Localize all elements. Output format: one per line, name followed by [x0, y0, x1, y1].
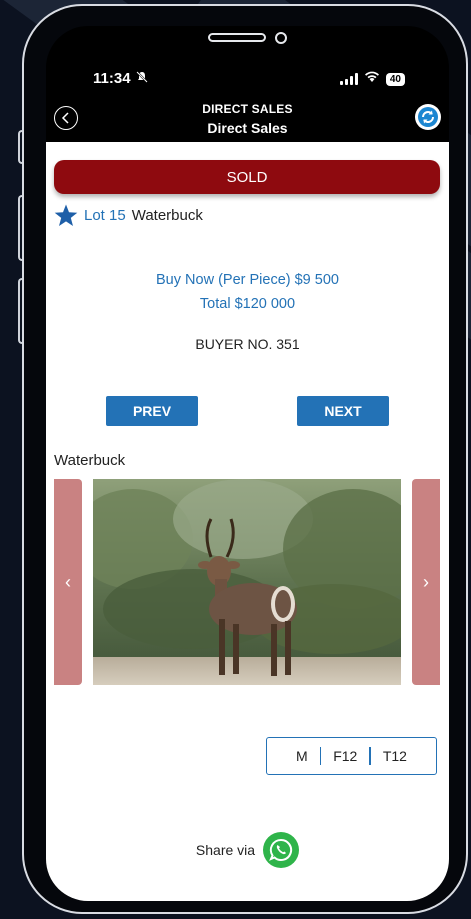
size-f12[interactable]: F12: [333, 748, 357, 764]
status-bar: 11:34 40: [46, 70, 449, 94]
lot-heading: Lot 15 Waterbuck: [54, 204, 203, 227]
carousel-prev-button[interactable]: ‹: [54, 479, 82, 685]
carousel-next-button[interactable]: ›: [412, 479, 440, 685]
status-badge: SOLD: [54, 160, 440, 194]
gallery-title: Waterbuck: [54, 452, 126, 469]
status-indicators: 40: [339, 70, 405, 88]
prev-button[interactable]: PREV: [106, 396, 198, 426]
next-button[interactable]: NEXT: [297, 396, 389, 426]
divider: [369, 747, 371, 765]
lot-name: Waterbuck: [131, 207, 203, 224]
refresh-icon: [418, 107, 438, 127]
size-t12[interactable]: T12: [383, 748, 407, 764]
battery-icon: 40: [385, 72, 405, 86]
wifi-icon: [364, 70, 380, 88]
divider: [319, 747, 322, 765]
front-camera: [275, 32, 287, 44]
size-m[interactable]: M: [296, 748, 308, 764]
status-time: 11:34: [93, 70, 131, 87]
lot-number: Lot 15: [84, 207, 126, 224]
total-price: Total $120 000: [199, 296, 296, 312]
buyer-number: BUYER NO. 351: [195, 336, 300, 352]
whatsapp-icon: [269, 838, 293, 861]
speaker-grille: [208, 33, 266, 42]
share-label: Share via: [195, 842, 256, 858]
animal-photo: [93, 479, 401, 685]
main-content: SOLD Lot 15 Waterbuck Buy Now (Per Piece…: [46, 142, 449, 901]
signal-icon: [339, 73, 358, 85]
nav-subtitle: Direct Sales: [207, 120, 288, 136]
nav-bar: DIRECT SALES Direct Sales: [46, 98, 449, 142]
nav-title: DIRECT SALES: [202, 102, 293, 116]
share-row: Share via: [46, 832, 449, 868]
size-selector: M F12 T12: [266, 737, 437, 775]
phone-screen: 11:34 40 DIRECT SALES Direct Sales SOLD …: [46, 26, 449, 901]
star-icon[interactable]: [54, 204, 78, 227]
whatsapp-share-button[interactable]: [263, 832, 300, 868]
buy-now-price: Buy Now (Per Piece) $9 500: [156, 272, 339, 288]
refresh-button[interactable]: [415, 104, 441, 130]
bell-muted-icon: [136, 71, 148, 86]
